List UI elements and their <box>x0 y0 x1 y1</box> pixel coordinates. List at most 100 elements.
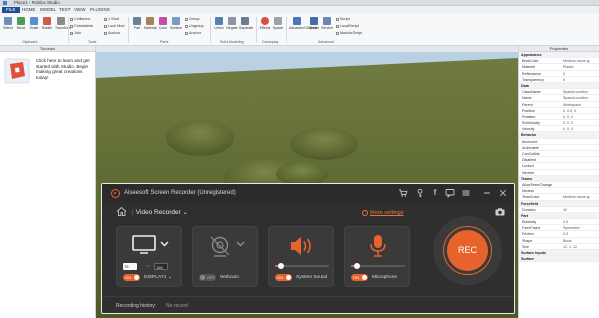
webcam-label: Webcam <box>220 275 239 280</box>
checkbox-icon <box>104 17 107 21</box>
ribbon-script-button[interactable]: Script <box>336 17 350 21</box>
speaker-icon <box>291 237 311 255</box>
width-input[interactable]: 79 <box>123 263 137 270</box>
spawn-icon <box>274 17 282 25</box>
screenshot-camera-icon[interactable] <box>495 208 505 216</box>
ribbon-union-button[interactable]: Union <box>213 17 225 30</box>
ribbon-rotate-button[interactable]: Rotate <box>41 17 53 30</box>
facebook-icon[interactable]: f <box>430 188 440 198</box>
checkbox-icon <box>70 31 73 35</box>
system-sound-volume-slider[interactable] <box>275 263 329 269</box>
ribbon-lock-option[interactable]: Lock Mod <box>104 24 124 28</box>
slider-knob[interactable] <box>278 263 285 269</box>
microphone-toggle[interactable]: ON <box>351 274 368 281</box>
ribbon-collisions-toggle[interactable]: Collisions <box>70 17 90 21</box>
menu-tab-plugins[interactable]: PLUGINS <box>90 6 110 14</box>
link-icon[interactable]: ⇔ <box>145 263 150 270</box>
ribbon-effects-button[interactable]: Effects <box>259 17 271 30</box>
ribbon-anchor-option[interactable]: Anchor <box>104 31 120 35</box>
material-icon <box>146 17 154 25</box>
menu-icon[interactable] <box>461 188 471 198</box>
webcam-toggle[interactable]: OFF <box>199 274 216 281</box>
effects-icon <box>261 17 269 25</box>
transform-icon <box>57 17 65 25</box>
model-icon <box>310 17 318 25</box>
ribbon-color-button[interactable]: Color <box>157 17 169 30</box>
ribbon-surface-button[interactable]: Surface <box>170 17 182 30</box>
union-icon <box>215 17 223 25</box>
ribbon-select-button[interactable]: Select <box>2 17 14 30</box>
modulescript-icon <box>336 31 339 35</box>
monitor-icon[interactable] <box>117 233 183 259</box>
ribbon-divider <box>128 17 129 43</box>
more-settings-link[interactable]: More settings <box>370 202 404 224</box>
properties-list: Appearance BrickColor Medium stone gr Mater… <box>519 52 599 263</box>
microphone-volume-slider[interactable] <box>351 263 405 269</box>
settings-icon[interactable] <box>362 210 368 216</box>
ribbon-anchor-button[interactable]: Anchor <box>185 31 201 35</box>
roblox-logo-icon[interactable] <box>4 58 30 84</box>
chevron-down-icon: ⌄ <box>180 209 189 216</box>
scale-icon <box>30 17 38 25</box>
menu-tab-model[interactable]: MODEL <box>40 6 56 14</box>
part-icon <box>133 17 141 25</box>
microphone-icon <box>370 235 386 257</box>
surface-icon <box>172 17 180 25</box>
microphone-panel[interactable]: ON Microphone <box>344 226 410 287</box>
move-icon <box>17 17 25 25</box>
cart-icon[interactable] <box>398 188 408 198</box>
ribbon-group-button[interactable]: Group <box>185 17 200 21</box>
checkbox-icon <box>104 24 107 28</box>
ribbon-separate-button[interactable]: Separate <box>239 17 253 30</box>
ribbon-negate-button[interactable]: Negate <box>226 17 238 30</box>
recorder-app-name: Aiseesoft Screen Recorder (Unregistered) <box>124 190 236 196</box>
ribbon-transform-button[interactable]: Transform <box>55 17 71 30</box>
menu-file[interactable]: FILE <box>2 7 20 13</box>
ribbon-service-button[interactable]: Service <box>321 17 333 30</box>
menu-tab-test[interactable]: TEST <box>59 6 71 14</box>
recording-history-value: No record <box>166 303 188 309</box>
property-section[interactable]: Surface <box>519 256 599 263</box>
slider-knob[interactable] <box>354 263 361 269</box>
height-input[interactable]: 166 <box>154 263 168 270</box>
properties-panel: Properties Appearance BrickColor Medium st… <box>518 46 599 318</box>
ribbon-move-button[interactable]: Move <box>15 17 27 30</box>
display-panel[interactable]: 79 ⇔ 166 ON DISPLAY1 ⌄ <box>116 226 182 287</box>
rotate-icon <box>43 17 51 25</box>
property-name: Surface <box>521 257 535 262</box>
rec-button[interactable]: REC <box>447 230 488 271</box>
ribbon-advanced-objects-button[interactable]: Advanced Objects <box>289 17 317 30</box>
ribbon-modulescript-button[interactable]: ModuleScript <box>336 31 362 35</box>
chat-icon[interactable] <box>445 188 455 198</box>
ribbon-divider <box>286 17 287 43</box>
mode-selector[interactable]: | Video Recorder ⌄ <box>132 202 188 224</box>
ribbon-scale-button[interactable]: Scale <box>28 17 40 30</box>
key-icon[interactable] <box>415 188 425 198</box>
ribbon-join-toggle[interactable]: Join <box>70 31 81 35</box>
home-icon[interactable] <box>116 206 127 217</box>
ribbon-model-button[interactable]: Model <box>308 17 320 30</box>
recording-history-bar[interactable]: Recording history: No record <box>102 296 514 313</box>
minimize-icon[interactable] <box>482 188 492 198</box>
display-toggle[interactable]: ON <box>123 274 140 281</box>
ribbon-spawn-button[interactable]: Spawn <box>272 17 284 30</box>
studio-ribbon: Select Move Scale Rotate Transform Colli… <box>0 14 599 46</box>
menu-tab-home[interactable]: HOME <box>22 6 36 14</box>
tutorials-description[interactable]: Click here to learn and get started with… <box>36 58 96 86</box>
system-sound-toggle[interactable]: ON <box>275 274 292 281</box>
service-icon <box>323 17 331 25</box>
ribbon-localscript-button[interactable]: LocalScript <box>336 24 359 28</box>
microphone-label: Microphone <box>372 275 398 280</box>
ribbon-constraints-toggle[interactable]: Constraints <box>70 24 93 28</box>
ribbon-ungroup-button[interactable]: Ungroup <box>185 24 204 28</box>
display-label[interactable]: DISPLAY1 ⌄ <box>144 274 172 281</box>
close-icon[interactable] <box>498 188 508 198</box>
studio-logo-icon <box>3 1 7 5</box>
ribbon-part-button[interactable]: Part <box>131 17 143 30</box>
ribbon-material-button[interactable]: Material <box>144 17 156 30</box>
system-sound-panel[interactable]: ON System Sound <box>268 226 334 287</box>
ribbon-stud-option[interactable]: 1 Stud <box>104 17 119 21</box>
webcam-panel[interactable]: OFF Webcam <box>192 226 258 287</box>
menu-tab-view[interactable]: VIEW <box>74 6 86 14</box>
recorder-titlebar: Aiseesoft Screen Recorder (Unregistered)… <box>102 184 514 202</box>
